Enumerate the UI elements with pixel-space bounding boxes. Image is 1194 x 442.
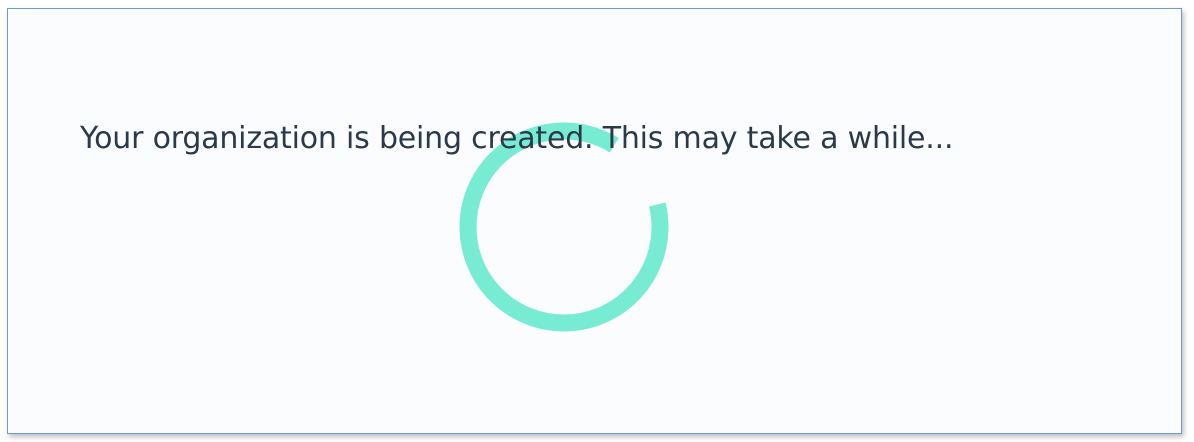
loading-message: Your organization is being created. This… [80, 121, 954, 156]
loading-dialog: Your organization is being created. This… [7, 8, 1182, 434]
spinner-arc [459, 122, 669, 332]
